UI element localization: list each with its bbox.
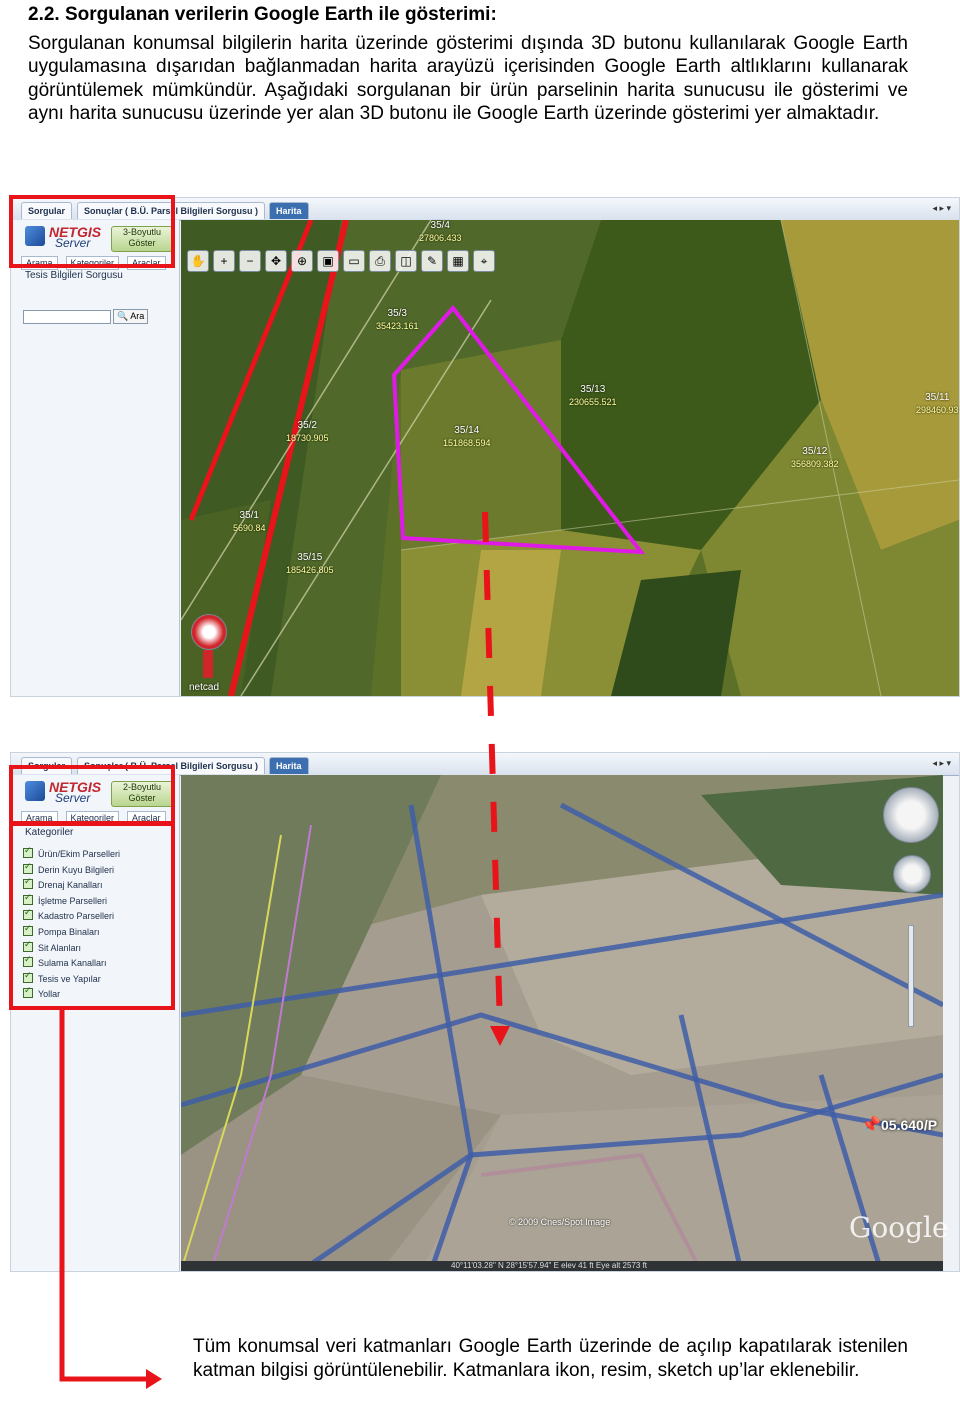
placemark-pin-icon[interactable]: 📌	[861, 1115, 881, 1135]
camera-icon[interactable]: ▣	[317, 250, 339, 272]
zoom-slider[interactable]	[908, 925, 914, 1027]
parcel-label: 35/4 27806.433	[419, 220, 462, 244]
parcel-area: 230655.521	[569, 397, 617, 407]
identify-icon[interactable]: ⌖	[473, 250, 495, 272]
map-toolbar: ✋ + − ✥ ⊕ ▣ ▭ ⎙ ◫ ✎ ▦ ⌖	[187, 250, 499, 274]
hand-icon[interactable]: ✋	[187, 250, 209, 272]
parcel-label: 35/15 185426.805	[286, 552, 334, 576]
zoom-out-icon[interactable]: −	[239, 250, 261, 272]
section-heading: 2.2. Sorgulanan verilerin Google Earth i…	[28, 4, 497, 25]
tab-scroll-arrows[interactable]: ◂ ▸ ▾	[932, 758, 951, 769]
parcel-area: 151868.594	[443, 438, 491, 448]
parcel-area: 5690.84	[233, 523, 266, 533]
print-icon[interactable]: ⎙	[369, 250, 391, 272]
sidebar: NETGIS Server 3-Boyutlu Göster Arama Kate…	[11, 220, 180, 696]
highlight-box-2d-button	[9, 765, 175, 825]
placemark-label: 05.640/P	[881, 1117, 938, 1133]
parcel-label: 35/2 18730.905	[286, 420, 329, 444]
search-button-label: Ara	[130, 311, 145, 321]
search-button[interactable]: 🔍 Ara	[113, 309, 149, 324]
google-earth-view[interactable]: 📌 05.640/P © 2009 Cnes/Spot Image Google…	[181, 775, 949, 1271]
zoom-slider[interactable]	[203, 650, 213, 678]
earth-imagery	[181, 775, 943, 1271]
edit-icon[interactable]: ✎	[421, 250, 443, 272]
status-bar: 40°11'03.28" N 28°15'57.94" E elev 41 ft…	[181, 1261, 943, 1271]
parcel-label: 35/12 356809.382	[791, 446, 839, 470]
parcel-label: 35/14 151868.594	[443, 425, 491, 449]
screenshot-2d-map: Sorgular Sonuçlar ( B.Ü. Parsel Bilgiler…	[10, 197, 960, 697]
search-icon: 🔍	[117, 311, 129, 321]
parcel-area: 298460.93	[916, 405, 959, 415]
google-logo: Google	[849, 1211, 949, 1244]
parcel-name: 35/2	[297, 420, 317, 431]
intro-paragraph: Sorgulanan konumsal bilgilerin harita üz…	[28, 33, 908, 125]
parcel-name: 35/4	[430, 220, 450, 231]
look-control[interactable]	[883, 787, 939, 843]
parcel-name: 35/12	[802, 446, 828, 457]
parcel-name: 35/13	[580, 384, 606, 395]
caption-paragraph: Tüm konumsal veri katmanları Google Eart…	[193, 1336, 908, 1381]
tab-harita[interactable]: Harita	[269, 202, 309, 219]
zoom-in-icon[interactable]: +	[213, 250, 235, 272]
calculator-icon[interactable]: ▦	[447, 250, 469, 272]
parcel-name: 35/15	[297, 552, 323, 563]
monitor-icon[interactable]: ▭	[343, 250, 365, 272]
map-imagery	[181, 220, 959, 696]
pan-icon[interactable]: ✥	[265, 250, 287, 272]
parcel-area: 27806.433	[419, 233, 462, 243]
parcel-label: 35/13 230655.521	[569, 384, 617, 408]
parcel-name: 35/1	[239, 510, 259, 521]
parcel-name: 35/11	[925, 392, 950, 403]
highlight-box-3d-button	[9, 195, 175, 268]
parcel-name: 35/14	[454, 425, 480, 436]
parcel-label: 35/3 35423.161	[376, 308, 419, 332]
parcel-area: 18730.905	[286, 433, 329, 443]
tab-scroll-arrows[interactable]: ◂ ▸ ▾	[932, 203, 951, 214]
parcel-label: 35/11 298460.93	[916, 392, 959, 416]
parcel-label: 35/1 5690.84	[233, 510, 266, 534]
search-input[interactable]	[23, 310, 111, 324]
layer-icon[interactable]: ◫	[395, 250, 417, 272]
parcel-area: 185426.805	[286, 565, 334, 575]
pan-control[interactable]	[191, 614, 227, 650]
move-control[interactable]	[893, 855, 931, 893]
map-view[interactable]: ✋ + − ✥ ⊕ ▣ ▭ ⎙ ◫ ✎ ▦ ⌖ 35/4 27806.433 35/3 35423.161…	[181, 220, 959, 696]
panel-title: Tesis Bilgileri Sorgusu	[25, 270, 123, 281]
parcel-area: 356809.382	[791, 459, 839, 469]
tab-harita[interactable]: Harita	[269, 757, 309, 774]
highlight-box-layers	[9, 822, 175, 1010]
parcel-name: 35/3	[387, 308, 407, 319]
netcad-brand: netcad	[189, 682, 220, 693]
parcel-area: 35423.161	[376, 321, 419, 331]
full-extent-icon[interactable]: ⊕	[291, 250, 313, 272]
imagery-copyright: © 2009 Cnes/Spot Image	[509, 1217, 611, 1227]
